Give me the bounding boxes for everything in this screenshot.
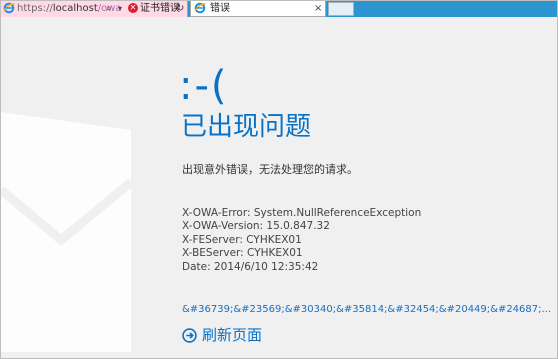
browser-window: https://localhost/owa ⌕ ▾ ✕ 证书错误 ↻ 错误 × … [0, 0, 558, 359]
more-details-link[interactable]: &#36739;&#23569;&#30340;&#35814;&#32454;… [182, 303, 551, 316]
search-icon[interactable]: ⌕ [106, 2, 112, 16]
browser-toolbar: https://localhost/owa ⌕ ▾ ✕ 证书错误 ↻ 错误 × [1, 1, 557, 17]
error-message: 出现意外错误，无法处理您的请求。 [182, 163, 358, 176]
diagnostic-line: X-BEServer: CYHKEX01 [182, 247, 303, 260]
tab-title: 错误 [210, 3, 230, 14]
diagnostic-line: X-FEServer: CYHKEX01 [182, 233, 302, 246]
address-protocol: https:// [17, 3, 53, 14]
chevron-down-icon[interactable]: ▾ [118, 2, 122, 16]
outlook-logo-icon [1, 112, 131, 352]
error-page: :-( 已出现问题 出现意外错误，无法处理您的请求。 X-OWA-Error: … [1, 17, 557, 358]
tab-error[interactable]: 错误 × [190, 1, 326, 17]
page-title: 已出现问题 [181, 112, 312, 142]
certificate-error-label[interactable]: 证书错误 [140, 2, 180, 16]
sad-face: :-( [179, 63, 229, 109]
address-host: localhost [52, 3, 98, 14]
certificate-error-icon[interactable]: ✕ [128, 3, 138, 13]
diagnostic-line: Date: 2014/6/10 12:35:42 [182, 260, 319, 273]
ie-logo-icon [3, 2, 15, 14]
refresh-icon[interactable]: ↻ [176, 2, 184, 16]
diagnostic-line: X-OWA-Error: System.NullReferenceExcepti… [182, 207, 422, 219]
diagnostic-line: X-OWA-Version: 15.0.847.32 [182, 220, 330, 233]
arrow-right-circle-icon [182, 328, 197, 343]
diagnostic-info: X-OWA-Error: System.NullReferenceExcepti… [182, 207, 421, 274]
close-icon[interactable]: × [314, 1, 322, 16]
refresh-page-label: 刷新页面 [202, 326, 263, 344]
address-bar[interactable]: https://localhost/owa ⌕ ▾ ✕ 证书错误 ↻ [1, 1, 188, 17]
new-tab-button[interactable] [328, 2, 354, 16]
ie-tab-icon [194, 2, 206, 14]
